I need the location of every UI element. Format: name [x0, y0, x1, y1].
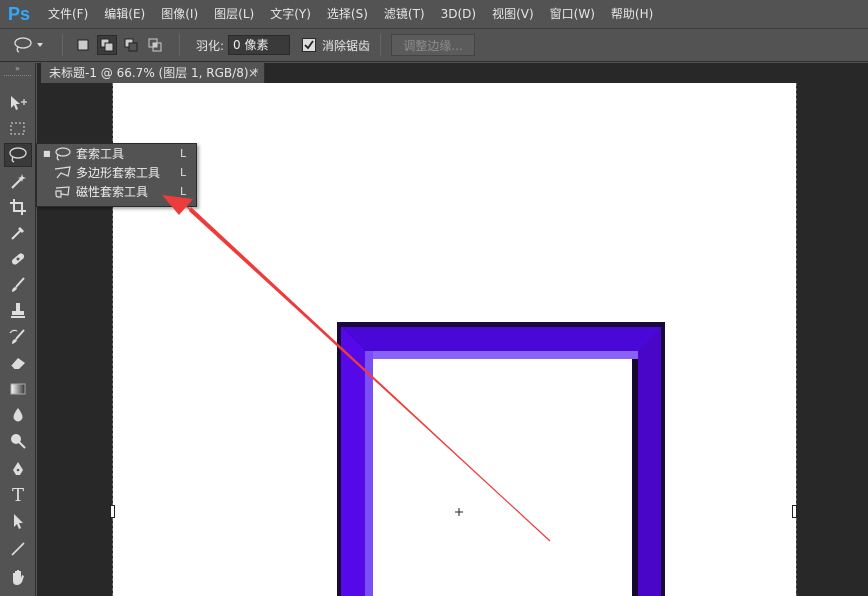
magic-wand-icon[interactable] [4, 169, 32, 193]
gradient-icon[interactable] [4, 377, 32, 401]
document-tab-title: 未标题-1 @ 66.7% (图层 1, RGB/8) * [49, 66, 259, 80]
flyout-item-shortcut: L [180, 147, 187, 160]
line-icon[interactable] [4, 537, 32, 561]
transform-handle-right[interactable] [792, 505, 797, 518]
new-selection-button[interactable] [73, 35, 93, 55]
type-icon[interactable]: T [4, 483, 32, 507]
path-selection-icon[interactable] [4, 509, 32, 533]
marquee-tool-icon[interactable] [4, 117, 32, 141]
new-selection-icon [77, 39, 89, 51]
refine-edge-button[interactable]: 调整边缘... [391, 34, 476, 56]
menu-edit[interactable]: 编辑(E) [96, 0, 153, 28]
eyedropper-icon[interactable] [4, 221, 32, 245]
lasso-tool-icon[interactable] [4, 143, 32, 167]
feather-label: 羽化: [196, 38, 225, 53]
lasso-tool-flyout: ■ 套索工具 L 多边形套索工具 L 磁性套索工具 L [36, 143, 197, 207]
antialias-checkbox[interactable] [302, 38, 317, 52]
polygonal-lasso-icon [53, 165, 73, 181]
flyout-item-polygonal-lasso[interactable]: 多边形套索工具 L [37, 163, 196, 182]
intersect-selection-button[interactable] [145, 35, 165, 55]
eraser-icon[interactable] [4, 351, 32, 375]
options-bar: 羽化: 0 像素 消除锯齿 调整边缘... [0, 28, 868, 62]
clone-stamp-icon[interactable] [4, 299, 32, 323]
separator [62, 34, 63, 56]
menu-type[interactable]: 文字(Y) [262, 0, 319, 28]
antialias-label: 消除锯齿 [322, 38, 371, 53]
add-selection-icon [100, 38, 114, 52]
subtract-selection-icon [124, 38, 138, 52]
flyout-item-lasso[interactable]: ■ 套索工具 L [37, 144, 196, 163]
transform-handle-left[interactable] [110, 505, 115, 518]
menu-image[interactable]: 图像(I) [153, 0, 206, 28]
menu-help[interactable]: 帮助(H) [603, 0, 661, 28]
crop-icon[interactable] [4, 195, 32, 219]
menu-layer[interactable]: 图层(L) [206, 0, 262, 28]
flyout-item-shortcut: L [180, 166, 187, 179]
separator [179, 34, 180, 56]
hand-icon[interactable] [4, 565, 32, 589]
checkmark-icon [304, 40, 314, 50]
healing-brush-icon[interactable] [4, 247, 32, 271]
magnetic-lasso-icon [53, 184, 73, 200]
dodge-icon[interactable] [4, 429, 32, 453]
separator [380, 34, 382, 56]
close-icon[interactable]: × [248, 63, 258, 83]
menu-file[interactable]: 文件(F) [40, 0, 96, 28]
flyout-item-label: 套索工具 [76, 147, 125, 161]
menu-window[interactable]: 窗口(W) [542, 0, 603, 28]
flyout-item-label: 磁性套索工具 [76, 185, 149, 199]
pen-icon[interactable] [4, 457, 32, 481]
toolbox: » T [0, 63, 36, 596]
menu-view[interactable]: 视图(V) [484, 0, 542, 28]
type-glyph: T [11, 484, 24, 506]
menu-bar: Ps 文件(F) 编辑(E) 图像(I) 图层(L) 文字(Y) 选择(S) 滤… [0, 0, 868, 28]
flyout-item-label: 多边形套索工具 [76, 166, 161, 180]
blur-icon[interactable] [4, 403, 32, 427]
add-to-selection-button[interactable] [97, 35, 117, 55]
tool-preset-picker[interactable] [12, 32, 52, 58]
selected-bullet-icon: ■ [43, 149, 51, 158]
subtract-from-selection-button[interactable] [121, 35, 141, 55]
canvas[interactable] [113, 83, 796, 596]
lasso-icon [14, 37, 32, 53]
menu-3d[interactable]: 3D(D) [433, 0, 484, 28]
chevron-down-icon [37, 43, 43, 47]
toolbox-collapse-icon[interactable]: » [0, 63, 35, 73]
history-brush-icon[interactable] [4, 325, 32, 349]
flyout-item-shortcut: L [180, 185, 187, 198]
lasso-icon [53, 146, 73, 162]
feather-input[interactable]: 0 像素 [228, 35, 291, 55]
menu-select[interactable]: 选择(S) [319, 0, 376, 28]
toolbox-grip[interactable] [4, 75, 31, 77]
brush-icon[interactable] [4, 273, 32, 297]
flyout-item-magnetic-lasso[interactable]: 磁性套索工具 L [37, 182, 196, 201]
document-tab[interactable]: 未标题-1 @ 66.7% (图层 1, RGB/8) * × [41, 63, 265, 83]
intersect-selection-icon [148, 38, 162, 52]
photoshop-logo-icon: Ps [7, 3, 31, 24]
beveled-frame-artwork [337, 322, 665, 596]
move-tool-icon[interactable] [4, 91, 32, 115]
menu-filter[interactable]: 滤镜(T) [376, 0, 433, 28]
